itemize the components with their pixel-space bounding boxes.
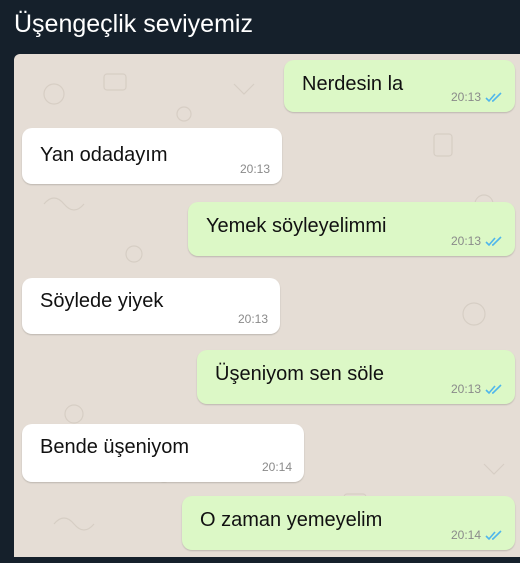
message-text: Söylede yiyek	[40, 290, 164, 312]
message-text: Nerdesin la	[302, 73, 404, 95]
message-bubble-outgoing[interactable]: Yemek söyleyelimmi 20:13	[188, 202, 515, 256]
message-time: 20:14	[261, 460, 292, 474]
message-bubble-outgoing[interactable]: Üşeniyom sen söle 20:13	[197, 350, 515, 404]
message-time: 20:13	[450, 382, 481, 396]
double-check-icon	[485, 529, 502, 540]
double-check-icon	[485, 235, 502, 246]
message-time: 20:13	[450, 234, 481, 248]
message-text: Bende üşeniyom	[40, 436, 189, 458]
message-bubble-incoming[interactable]: Yan odadayım 20:13	[22, 128, 282, 184]
message-text: Üşeniyom sen söle	[215, 363, 384, 385]
message-time: 20:14	[450, 528, 481, 542]
message-text: Yemek söyleyelimmi	[206, 215, 387, 237]
message-time: 20:13	[237, 312, 268, 326]
double-check-icon	[485, 91, 502, 102]
message-text: Yan odadayım	[40, 144, 168, 166]
message-time: 20:13	[450, 90, 481, 104]
message-time: 20:13	[239, 162, 270, 176]
message-bubble-incoming[interactable]: Bende üşeniyom 20:14	[22, 424, 304, 482]
post-caption: Üşengeçlik seviyemiz	[14, 10, 253, 38]
message-bubble-incoming[interactable]: Söylede yiyek 20:13	[22, 278, 280, 334]
message-bubble-outgoing[interactable]: O zaman yemeyelim 20:14	[182, 496, 515, 550]
double-check-icon	[485, 383, 502, 394]
chat-screenshot: Nerdesin la 20:13 Yan odadayım 20:13 Yem…	[14, 54, 520, 557]
message-bubble-outgoing[interactable]: Nerdesin la 20:13	[284, 60, 515, 112]
message-text: O zaman yemeyelim	[200, 509, 383, 531]
